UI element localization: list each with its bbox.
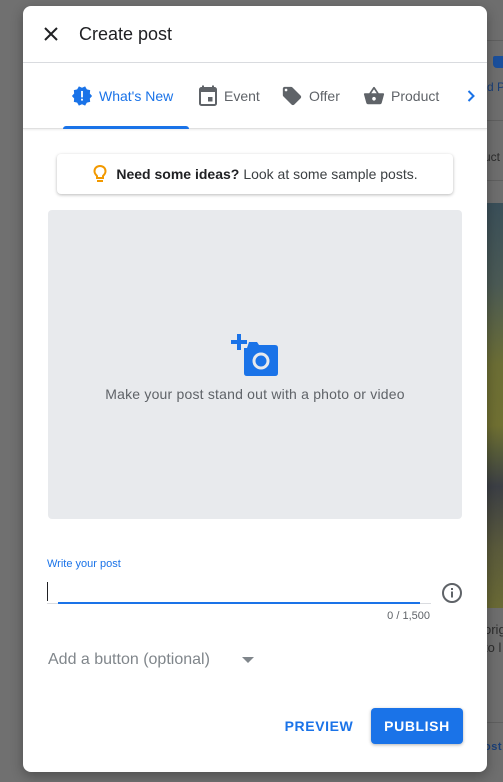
tab-label: What's New [99, 88, 174, 104]
sample-posts-prompt[interactable]: Need some ideas? Look at some sample pos… [57, 154, 453, 194]
publish-button[interactable]: PUBLISH [371, 708, 463, 744]
close-button[interactable] [39, 22, 63, 46]
post-field-label: Write your post [47, 558, 121, 570]
dialog-title: Create post [79, 23, 173, 44]
add-photo-icon [231, 334, 278, 376]
new-releases-icon [71, 85, 93, 107]
active-tab-indicator [63, 126, 189, 129]
calendar-icon [198, 85, 218, 107]
dialog-header: Create post [23, 6, 487, 63]
chevron-right-icon [467, 90, 475, 102]
tabs-next-button[interactable] [463, 84, 479, 108]
tab-event[interactable]: Event [198, 63, 260, 129]
character-counter: 0 / 1,500 [387, 610, 430, 622]
ideas-heading: Need some ideas? [116, 166, 240, 182]
tag-icon [281, 85, 303, 107]
tab-label: Event [224, 88, 260, 104]
tab-whats-new[interactable]: What's New [71, 63, 173, 129]
tab-label: Product [391, 88, 440, 104]
input-focus-underline [58, 602, 420, 604]
background-basket-icon [493, 56, 503, 68]
tab-offer[interactable]: Offer [281, 63, 340, 129]
create-post-dialog: Create post What's New Event Offer Produ… [23, 6, 487, 772]
background-tab-text: d P [487, 80, 503, 94]
tab-label: Offer [309, 88, 340, 104]
dropdown-placeholder: Add a button (optional) [48, 651, 210, 668]
basket-icon [363, 85, 385, 107]
lightbulb-icon [92, 164, 108, 184]
dropdown-arrow-icon [241, 657, 254, 663]
tab-product[interactable]: Product [363, 63, 439, 129]
preview-button[interactable]: PREVIEW [279, 708, 359, 744]
add-photo-text: Make your post stand out with a photo or… [105, 386, 405, 402]
add-photo-area[interactable]: Make your post stand out with a photo or… [48, 210, 462, 519]
post-text-input[interactable] [47, 576, 431, 602]
add-button-dropdown[interactable]: Add a button (optional) [48, 648, 263, 672]
close-icon [44, 27, 58, 41]
info-icon[interactable] [441, 582, 463, 604]
post-type-tabs: What's New Event Offer Product [23, 63, 487, 129]
text-caret [47, 582, 48, 601]
ideas-text: Look at some sample posts. [243, 166, 418, 182]
